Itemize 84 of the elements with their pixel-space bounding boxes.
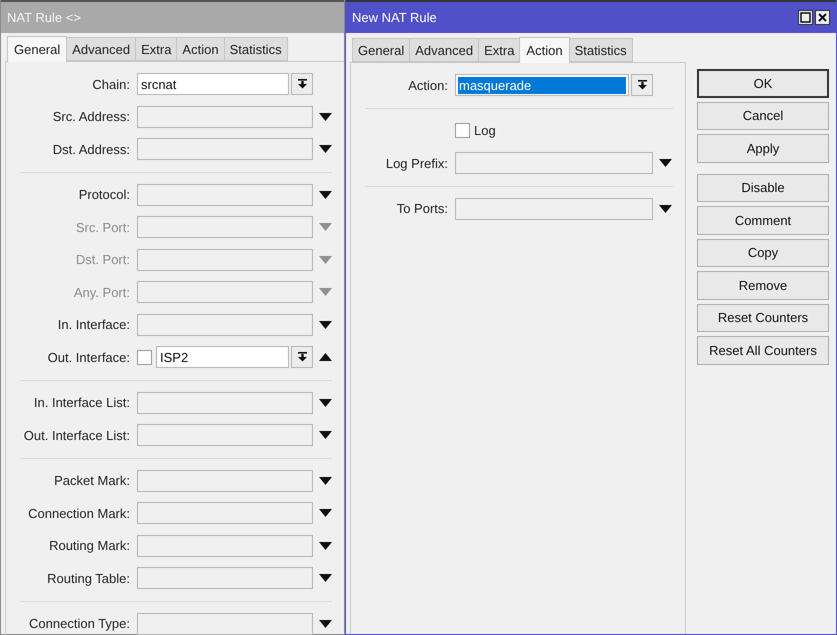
tab[interactable]: Action (176, 37, 225, 61)
dialog-button[interactable]: Comment (697, 206, 829, 234)
expand-arrow-icon[interactable] (319, 476, 332, 485)
field-label: Log Prefix: (384, 156, 449, 171)
field-label: In. Interface List: (32, 395, 131, 410)
field-label: Out. Interface: (46, 350, 131, 365)
field-label: Protocol: (78, 187, 131, 202)
tab[interactable]: Statistics (568, 38, 633, 62)
expand-arrow-icon[interactable] (319, 431, 332, 440)
expand-arrow-icon[interactable] (319, 542, 332, 550)
collapse-arrow-icon[interactable] (319, 353, 332, 362)
input-field[interactable] (137, 106, 313, 128)
window-title: New NAT Rule (352, 10, 437, 25)
dialog-button[interactable]: OK (697, 69, 829, 98)
input-field[interactable] (455, 198, 653, 220)
dialog-button[interactable]: Copy (697, 238, 829, 267)
field-label: Action: (407, 78, 449, 93)
field-label: Routing Table: (46, 570, 131, 586)
checkbox-label: Log (474, 123, 496, 138)
input-field[interactable] (137, 502, 313, 524)
expand-arrow-icon[interactable] (659, 159, 672, 168)
input-field[interactable] (137, 281, 313, 304)
tab[interactable]: Extra (478, 38, 520, 62)
input-field[interactable] (137, 424, 313, 446)
tab[interactable]: General (7, 36, 68, 62)
input-field[interactable] (137, 470, 313, 492)
dialog-button[interactable]: Reset Counters (697, 304, 829, 332)
dialog-button[interactable]: Disable (697, 174, 829, 202)
dropdown-icon (298, 352, 306, 362)
tab[interactable]: Advanced (409, 38, 480, 62)
input-field[interactable] (137, 534, 313, 557)
input-field[interactable] (137, 612, 313, 635)
field-label: Connection Mark: (27, 506, 131, 521)
dropdown-icon (638, 80, 646, 90)
input-field[interactable]: srcnat (137, 73, 289, 96)
expand-arrow-icon[interactable] (319, 509, 332, 518)
dialog-button[interactable]: Cancel (697, 102, 829, 130)
field-label: Routing Mark: (48, 538, 131, 554)
dialog-button[interactable]: Apply (697, 134, 829, 162)
field-label: Dst. Port: (74, 252, 131, 268)
close-icon[interactable] (815, 10, 830, 25)
field-label: To Ports: (396, 201, 449, 216)
expand-arrow-icon[interactable] (319, 145, 332, 154)
dropdown-icon (298, 79, 306, 90)
dialog-button[interactable]: Reset All Counters (697, 336, 829, 364)
input-field[interactable] (137, 138, 313, 160)
input-field[interactable] (137, 567, 313, 590)
expand-arrow-icon[interactable] (319, 320, 332, 329)
dropdown-button[interactable] (291, 346, 313, 368)
input-field[interactable] (137, 184, 313, 206)
dialog-button[interactable]: Remove (697, 271, 829, 300)
dropdown-button[interactable] (291, 73, 313, 96)
tab[interactable]: General (352, 38, 410, 62)
field-label: Dst. Address: (52, 142, 131, 157)
expand-arrow-icon[interactable] (319, 112, 332, 121)
input-field[interactable] (137, 314, 313, 336)
field-label: Chain: (91, 76, 131, 92)
input-field[interactable] (137, 216, 313, 238)
tab[interactable]: Action (519, 37, 570, 63)
field-label: Connection Type: (28, 616, 131, 632)
input-field[interactable] (455, 152, 653, 174)
expand-arrow-icon[interactable] (319, 574, 332, 582)
maximize-icon[interactable] (798, 10, 813, 25)
field-label: Src. Port: (74, 220, 131, 235)
tab[interactable]: Statistics (224, 37, 288, 61)
window-title: NAT Rule <> (7, 10, 81, 25)
field-label: Src. Address: (52, 109, 131, 124)
field-label: In. Interface: (56, 317, 131, 332)
expand-arrow-icon[interactable] (659, 204, 672, 213)
expand-arrow-icon[interactable] (319, 190, 332, 199)
input-field[interactable] (137, 392, 313, 414)
field-label: Packet Mark: (53, 473, 131, 488)
expand-arrow-icon[interactable] (319, 398, 332, 407)
checkbox[interactable] (455, 123, 470, 138)
tab[interactable]: Extra (135, 37, 178, 61)
tab[interactable]: Advanced (66, 37, 136, 61)
field-label: Any. Port: (72, 284, 131, 300)
field-label: Out. Interface List: (22, 428, 131, 443)
dropdown-button[interactable] (631, 74, 653, 96)
input-field[interactable]: ISP2 (156, 346, 289, 368)
expand-arrow-icon[interactable] (319, 620, 332, 628)
input-field[interactable]: masquerade (455, 74, 629, 96)
negate-checkbox[interactable] (137, 350, 152, 365)
input-field[interactable] (137, 248, 313, 271)
